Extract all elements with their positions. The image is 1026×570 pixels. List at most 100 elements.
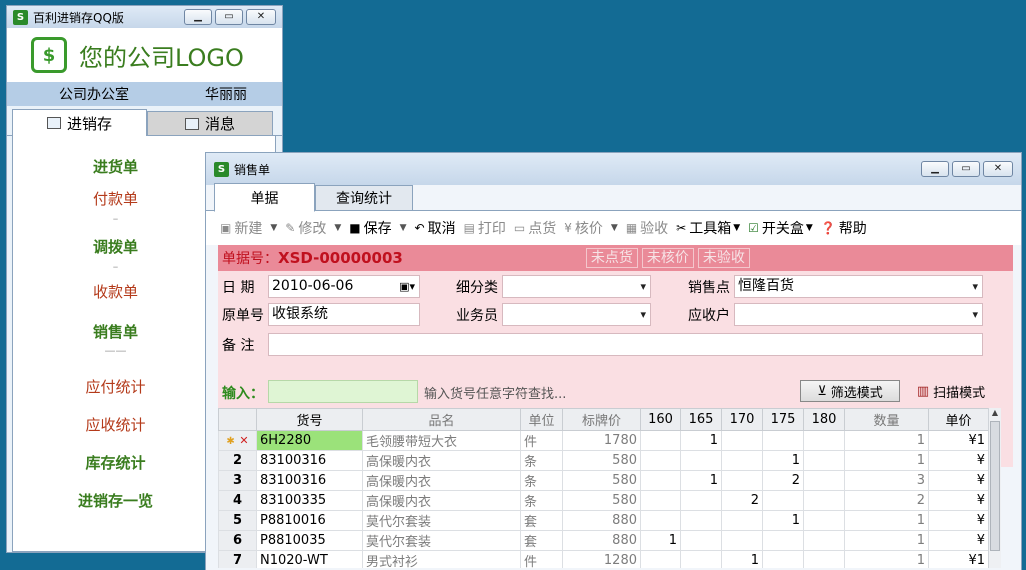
- close-button[interactable]: ✕: [246, 9, 276, 25]
- tab-query-stats[interactable]: 查询统计: [315, 185, 413, 211]
- cell-name[interactable]: 高保暖内衣: [362, 470, 521, 491]
- tab-document[interactable]: 单据: [214, 183, 315, 212]
- cell-name[interactable]: 莫代尔套装: [362, 530, 521, 551]
- save-button[interactable]: ■ 保存 ▼: [349, 218, 406, 238]
- tab-inventory[interactable]: 进销存: [12, 109, 147, 137]
- cell-s180[interactable]: [803, 530, 845, 551]
- cell-name[interactable]: 高保暖内衣: [362, 490, 521, 511]
- staff-select[interactable]: [502, 303, 651, 326]
- help-button[interactable]: ❓ 帮助: [821, 218, 867, 238]
- column-header-name[interactable]: 品名: [362, 408, 521, 431]
- table-row[interactable]: ✱ ✕ 6H2280 毛领腰带短大衣件 1780 1 1 ¥1: [218, 430, 989, 451]
- scan-mode-button[interactable]: ▥ 扫描模式: [910, 380, 992, 402]
- cell-unit[interactable]: 条: [520, 450, 563, 471]
- cell-qty[interactable]: 1: [844, 430, 929, 451]
- tab-messages[interactable]: 消息: [147, 111, 273, 136]
- menu-stock-stats[interactable]: 库存统计: [13, 452, 218, 473]
- cell-name[interactable]: 高保暖内衣: [362, 450, 521, 471]
- column-header-unit-price[interactable]: 单价: [928, 408, 989, 431]
- grid-scrollbar[interactable]: ▲: [988, 408, 1001, 568]
- chevron-down-icon[interactable]: ▼: [400, 223, 407, 233]
- cancel-button[interactable]: ↶ 取消: [415, 218, 456, 238]
- cell-s175[interactable]: 1: [762, 510, 804, 531]
- cell-s180[interactable]: [803, 450, 845, 471]
- column-header-175[interactable]: 175: [762, 408, 804, 431]
- cell-code[interactable]: 83100335: [256, 490, 363, 511]
- cell-s175[interactable]: [762, 430, 804, 451]
- menu-receipt[interactable]: 收款单: [13, 281, 218, 302]
- cell-s165[interactable]: 1: [680, 470, 722, 491]
- cell-s170[interactable]: 1: [721, 550, 763, 568]
- cell-s175[interactable]: [762, 490, 804, 511]
- switch-box-button[interactable]: ☑ 开关盒 ▼: [748, 218, 813, 238]
- cell-s180[interactable]: [803, 470, 845, 491]
- menu-transfer[interactable]: 调拨单: [13, 236, 218, 257]
- cell-s175[interactable]: [762, 550, 804, 568]
- column-header-180[interactable]: 180: [803, 408, 845, 431]
- menu-purchase-order[interactable]: 进货单: [13, 156, 218, 177]
- cell-uprice[interactable]: ¥: [928, 530, 989, 551]
- column-header-price[interactable]: 标牌价: [562, 408, 641, 431]
- store-select[interactable]: 恒隆百货: [734, 275, 983, 298]
- cell-rn[interactable]: 7: [218, 550, 257, 568]
- column-header-code[interactable]: 货号: [256, 408, 363, 431]
- new-button[interactable]: ▣ 新建 ▼: [220, 218, 277, 238]
- table-row[interactable]: 3 83100316 高保暖内衣条 580 1 2 3 ¥: [218, 470, 989, 491]
- column-header-165[interactable]: 165: [680, 408, 722, 431]
- delete-row-icon[interactable]: ✕: [239, 434, 248, 447]
- close-button[interactable]: ✕: [983, 161, 1013, 177]
- menu-payment[interactable]: 付款单: [13, 188, 218, 209]
- cell-unit[interactable]: 件: [520, 430, 563, 451]
- cell-s160[interactable]: [640, 510, 681, 531]
- menu-sales-order[interactable]: 销售单: [13, 321, 218, 342]
- cell-s170[interactable]: [721, 510, 763, 531]
- table-row[interactable]: 2 83100316 高保暖内衣条 580 1 1 ¥: [218, 450, 989, 471]
- cell-s170[interactable]: [721, 430, 763, 451]
- cell-s165[interactable]: [680, 490, 722, 511]
- cell-name[interactable]: 莫代尔套装: [362, 510, 521, 531]
- filter-mode-button[interactable]: ⊻ 筛选模式: [800, 380, 900, 402]
- cell-qty[interactable]: 1: [844, 550, 929, 568]
- cell-code[interactable]: 83100316: [256, 470, 363, 491]
- cell-qty[interactable]: 3: [844, 470, 929, 491]
- cell-price[interactable]: 880: [562, 510, 641, 531]
- minimize-button[interactable]: ▁: [921, 161, 949, 177]
- original-number-field[interactable]: 收银系统: [268, 303, 420, 326]
- cell-uprice[interactable]: ¥: [928, 490, 989, 511]
- cell-s175[interactable]: 1: [762, 450, 804, 471]
- check-price-button[interactable]: ¥ 核价 ▼: [564, 218, 618, 238]
- cell-qty[interactable]: 1: [844, 530, 929, 551]
- cell-unit[interactable]: 套: [520, 530, 563, 551]
- category-select[interactable]: [502, 275, 651, 298]
- cell-name[interactable]: 男式衬衫: [362, 550, 521, 568]
- cell-s180[interactable]: [803, 490, 845, 511]
- cell-s175[interactable]: [762, 530, 804, 551]
- cell-rn[interactable]: 4: [218, 490, 257, 511]
- cell-code[interactable]: P8810016: [256, 510, 363, 531]
- cell-rn[interactable]: 5: [218, 510, 257, 531]
- cell-s160[interactable]: [640, 490, 681, 511]
- maximize-button[interactable]: ▭: [952, 161, 980, 177]
- menu-receivable-stats[interactable]: 应收统计: [13, 414, 218, 435]
- table-row[interactable]: 6 P8810035 莫代尔套装套 880 1 1 ¥: [218, 530, 989, 551]
- cell-uprice[interactable]: ¥: [928, 510, 989, 531]
- cell-s160[interactable]: [640, 430, 681, 451]
- cell-qty[interactable]: 2: [844, 490, 929, 511]
- cell-s170[interactable]: [721, 470, 763, 491]
- cell-qty[interactable]: 1: [844, 450, 929, 471]
- cell-uprice[interactable]: ¥1: [928, 550, 989, 568]
- cell-s160[interactable]: [640, 470, 681, 491]
- cell-s180[interactable]: [803, 510, 845, 531]
- cell-price[interactable]: 580: [562, 470, 641, 491]
- cell-price[interactable]: 580: [562, 450, 641, 471]
- cell-code[interactable]: 83100316: [256, 450, 363, 471]
- cell-uprice[interactable]: ¥: [928, 450, 989, 471]
- cell-code[interactable]: 6H2280: [256, 430, 363, 451]
- cell-code[interactable]: P8810035: [256, 530, 363, 551]
- cell-rn[interactable]: ✱ ✕: [218, 430, 257, 451]
- cell-s160[interactable]: [640, 550, 681, 568]
- cell-uprice[interactable]: ¥: [928, 470, 989, 491]
- table-row[interactable]: 4 83100335 高保暖内衣条 580 2 2 ¥: [218, 490, 989, 511]
- cell-price[interactable]: 580: [562, 490, 641, 511]
- cell-s180[interactable]: [803, 550, 845, 568]
